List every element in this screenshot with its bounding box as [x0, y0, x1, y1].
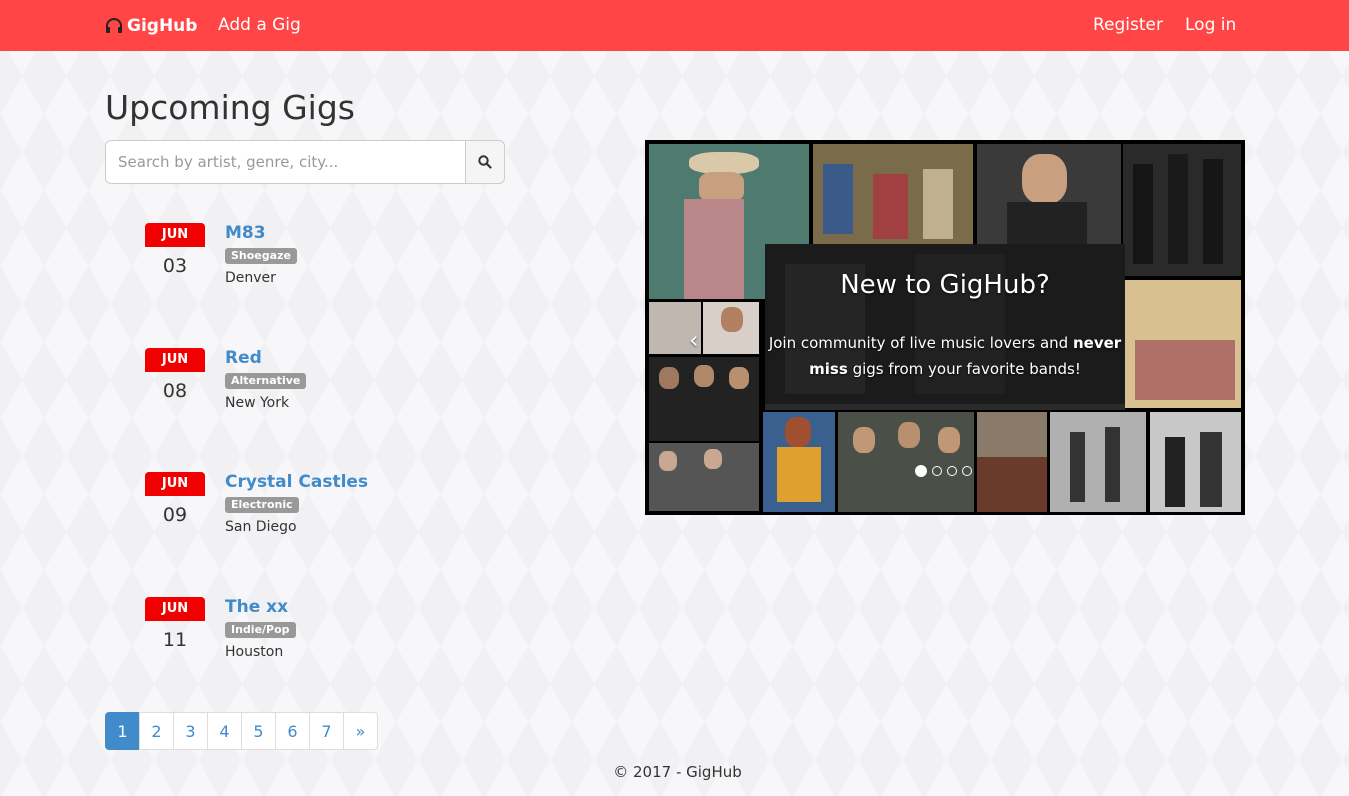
- gig-date: JUN 08: [145, 348, 205, 418]
- collage-photo: [977, 412, 1047, 512]
- gig-artist-link[interactable]: Red: [225, 348, 262, 368]
- collage-photo: [1123, 144, 1241, 276]
- gig-genre-badge: Shoegaze: [225, 248, 297, 264]
- gig-day: 11: [162, 629, 188, 651]
- page-link-3[interactable]: 3: [173, 712, 208, 750]
- collage-photo: [838, 412, 974, 512]
- carousel: New to GigHub? Join community of live mu…: [645, 140, 1245, 515]
- gig-item: JUN 03 M83 Shoegaze Denver: [145, 223, 465, 298]
- carousel-indicators: [915, 465, 972, 477]
- gig-city: Denver: [225, 270, 276, 286]
- collage-photo: [813, 144, 973, 244]
- add-gig-link[interactable]: Add a Gig: [218, 0, 301, 51]
- headphones-icon: [106, 17, 122, 33]
- collage-photo: [1125, 280, 1241, 408]
- page-link-7[interactable]: 7: [309, 712, 344, 750]
- carousel-title: New to GigHub?: [840, 270, 1050, 300]
- navbar: GigHub Add a Gig Register Log in: [0, 0, 1349, 51]
- gig-genre-badge: Indie/Pop: [225, 622, 296, 638]
- search-input[interactable]: [105, 140, 465, 184]
- page-title: Upcoming Gigs: [105, 88, 355, 127]
- gig-artist-link[interactable]: Crystal Castles: [225, 472, 368, 492]
- collage-photo: [977, 144, 1121, 244]
- gig-item: JUN 09 Crystal Castles Electronic San Di…: [145, 472, 465, 547]
- carousel-indicator[interactable]: [932, 466, 942, 476]
- gig-month: JUN: [145, 472, 205, 496]
- gig-month: JUN: [145, 348, 205, 372]
- page-link-5[interactable]: 5: [241, 712, 276, 750]
- gig-day: 09: [162, 504, 188, 526]
- carousel-text-part2: gigs from your favorite bands!: [847, 360, 1081, 378]
- carousel-text-part1: Join community of live music lovers and: [768, 334, 1073, 352]
- gig-city: Houston: [225, 644, 284, 660]
- collage-photo: [649, 357, 759, 441]
- search-button[interactable]: [465, 140, 505, 184]
- chevron-left-icon[interactable]: ‹: [689, 328, 709, 352]
- collage-photo: [1050, 412, 1146, 512]
- gig-date: JUN 11: [145, 597, 205, 667]
- carousel-indicator[interactable]: [915, 465, 927, 477]
- gig-artist-link[interactable]: M83: [225, 223, 266, 243]
- gig-genre-badge: Alternative: [225, 373, 307, 389]
- pagination: 1 2 3 4 5 6 7 »: [105, 712, 378, 750]
- gig-artist-link[interactable]: The xx: [225, 597, 288, 617]
- gig-date: JUN 09: [145, 472, 205, 542]
- gig-city: San Diego: [225, 519, 297, 535]
- search-icon: [478, 155, 492, 169]
- gig-month: JUN: [145, 597, 205, 621]
- gig-day: 08: [162, 380, 188, 402]
- gig-month: JUN: [145, 223, 205, 247]
- page-link-6[interactable]: 6: [275, 712, 310, 750]
- page-link-2[interactable]: 2: [139, 712, 174, 750]
- brand-label: GigHub: [127, 15, 198, 36]
- search-group: [105, 140, 505, 184]
- collage-photo: [1150, 412, 1241, 512]
- gig-date: JUN 03: [145, 223, 205, 293]
- footer: © 2017 - GigHub: [613, 763, 742, 781]
- page-link-4[interactable]: 4: [207, 712, 242, 750]
- carousel-text: Join community of live music lovers and …: [763, 330, 1127, 382]
- login-link[interactable]: Log in: [1185, 0, 1236, 51]
- page-link-1[interactable]: 1: [105, 712, 140, 750]
- collage-photo: [703, 302, 759, 354]
- collage-photo: [763, 412, 835, 512]
- brand-link[interactable]: GigHub: [105, 0, 197, 51]
- register-link[interactable]: Register: [1093, 0, 1163, 51]
- gig-item: JUN 08 Red Alternative New York: [145, 348, 465, 423]
- collage-photo: [649, 443, 759, 511]
- gig-day: 03: [162, 255, 188, 277]
- carousel-indicator[interactable]: [947, 466, 957, 476]
- gig-item: JUN 11 The xx Indie/Pop Houston: [145, 597, 465, 672]
- gig-city: New York: [225, 395, 290, 411]
- gig-genre-badge: Electronic: [225, 497, 299, 513]
- carousel-indicator[interactable]: [962, 466, 972, 476]
- page-next[interactable]: »: [343, 712, 378, 750]
